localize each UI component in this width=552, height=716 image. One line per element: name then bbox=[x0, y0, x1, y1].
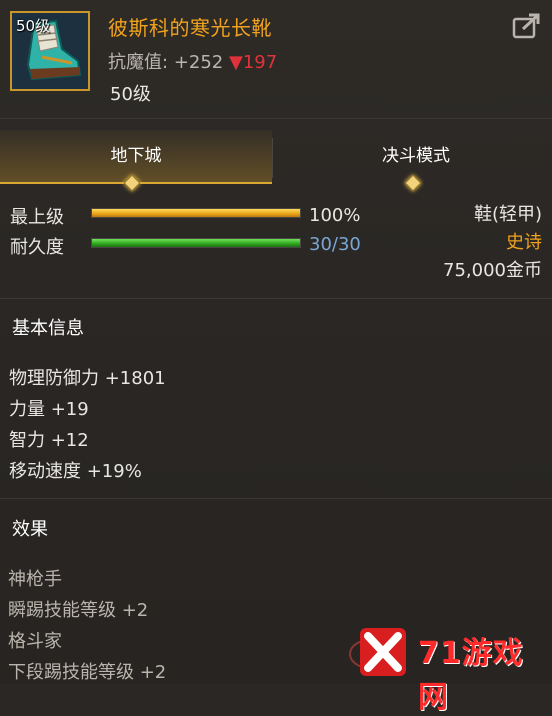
stat-move-speed: 移动速度 +19% bbox=[9, 461, 142, 482]
stat-intelligence: 智力 +12 bbox=[9, 430, 89, 451]
effect-skill-1: 瞬踢技能等级 +2 bbox=[8, 600, 149, 621]
effects-title: 效果 bbox=[12, 519, 48, 540]
grade-bar-fill bbox=[92, 209, 300, 217]
grade-bar bbox=[91, 208, 301, 218]
magic-resist-label: 抗魔值: bbox=[108, 52, 169, 73]
magic-resist-down: ▼197 bbox=[229, 52, 278, 73]
effect-class-fighter: 格斗家 bbox=[8, 631, 62, 652]
share-icon[interactable] bbox=[511, 12, 541, 40]
item-header: 50级 彼斯科的寒光长靴 抗魔值: +252 ▼197 50级 bbox=[0, 0, 552, 112]
effect-skill-2: 下段踢技能等级 +2 bbox=[8, 662, 167, 683]
tab-dungeon[interactable]: 地下城 bbox=[0, 130, 272, 184]
header-divider bbox=[0, 118, 552, 119]
mode-tabs: 地下城 决斗模式 bbox=[0, 130, 552, 192]
basic-info-title: 基本信息 bbox=[12, 318, 84, 339]
info-divider bbox=[0, 298, 552, 299]
magic-resist-line: 抗魔值: +252 ▼197 bbox=[108, 48, 277, 74]
stat-strength: 力量 +19 bbox=[9, 399, 89, 420]
magic-resist-value: +252 bbox=[173, 52, 224, 73]
stat-physical-defense: 物理防御力 +1801 bbox=[9, 368, 166, 389]
tab-divider bbox=[272, 138, 273, 178]
item-price: 75,000金币 bbox=[443, 260, 542, 281]
durability-bar-fill bbox=[92, 239, 300, 247]
durability-bar bbox=[91, 238, 301, 248]
watermark-text: 71游戏网 bbox=[418, 636, 524, 715]
grade-label: 最上级 bbox=[10, 207, 64, 228]
effect-class-gunner: 神枪手 bbox=[8, 569, 62, 590]
durability-value: 30/30 bbox=[309, 234, 361, 255]
item-rarity: 史诗 bbox=[506, 232, 542, 253]
item-slot: 鞋(轻甲) bbox=[473, 204, 542, 225]
tab-pvp[interactable]: 决斗模式 bbox=[280, 130, 552, 182]
item-name: 彼斯科的寒光长靴 bbox=[108, 16, 272, 40]
item-level: 50级 bbox=[110, 84, 151, 105]
item-tooltip-panel: 50级 彼斯科的寒光长靴 抗魔值: +252 ▼197 50级 地下城 决斗模式… bbox=[0, 0, 552, 715]
item-level-tag: 50级 bbox=[16, 17, 51, 35]
effects-divider bbox=[0, 498, 552, 499]
grade-value: 100% bbox=[309, 205, 361, 226]
item-icon[interactable]: 50级 bbox=[10, 11, 90, 91]
durability-label: 耐久度 bbox=[10, 237, 64, 258]
